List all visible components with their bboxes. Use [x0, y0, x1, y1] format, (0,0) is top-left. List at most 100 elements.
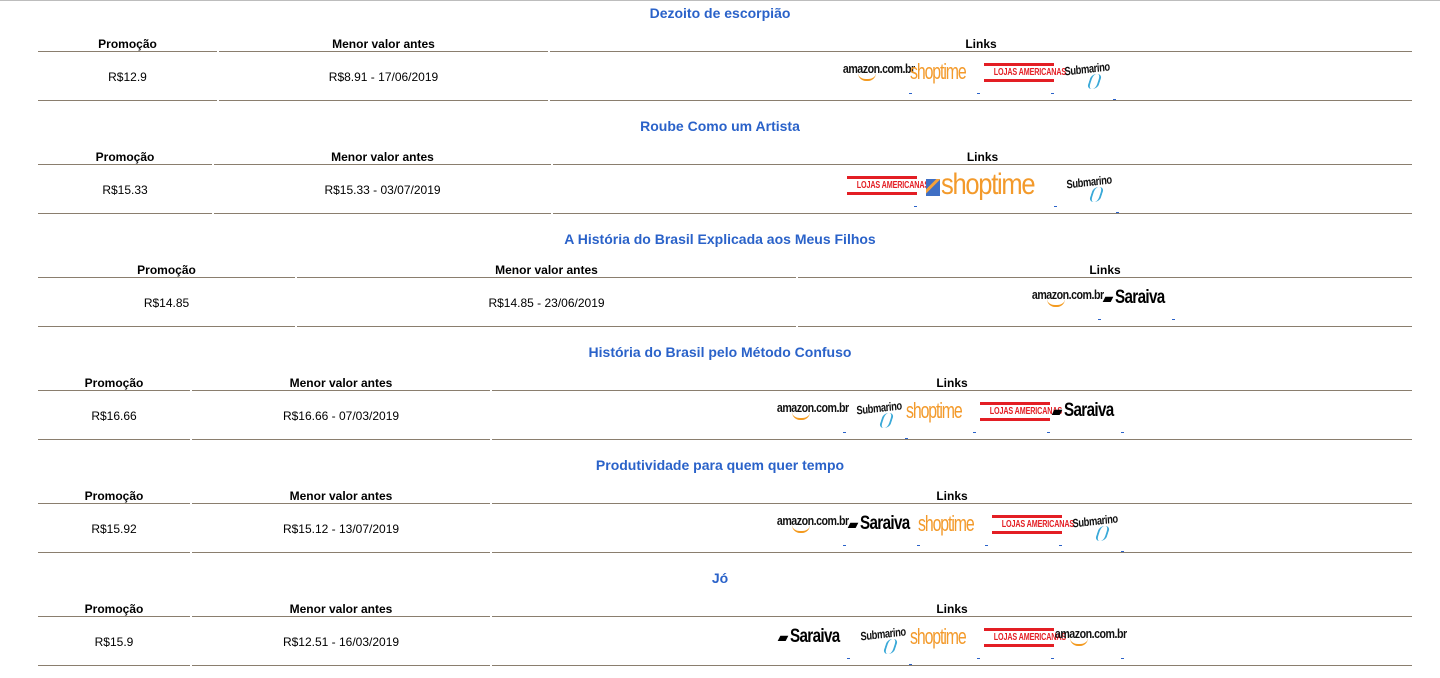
header-links: Links — [936, 376, 968, 390]
header-promocao: Promoção — [84, 602, 144, 616]
row-rule — [38, 552, 190, 553]
promo-price: R$12.9 — [108, 70, 147, 84]
product-title: História do Brasil pelo Método Confuso — [588, 344, 852, 360]
submarino-logo-text: Submarino — [1071, 510, 1119, 531]
saraiva-logo-text: Saraiva — [1064, 400, 1115, 421]
link-underline — [847, 658, 850, 659]
amazon-link[interactable]: amazon.com.br — [843, 55, 915, 94]
header-promocao: Promoção — [137, 263, 196, 277]
saraiva-link[interactable]: ▰ Saraiva — [1103, 281, 1175, 320]
submarino-logo-text: Submarino — [1066, 171, 1113, 192]
header-links: Links — [966, 150, 999, 164]
header-rule — [192, 390, 490, 391]
link-underline — [913, 206, 917, 207]
link-underline — [985, 545, 988, 546]
saraiva-logo-text: Saraiva — [860, 513, 911, 534]
header-promocao: Promoção — [98, 37, 157, 51]
amazon-link[interactable]: amazon.com.br — [777, 507, 849, 546]
amazon-logo-text: amazon.com.br — [1055, 626, 1127, 641]
submarino-link[interactable]: Submarino — [850, 394, 908, 439]
amazon-link[interactable]: amazon.com.br — [1032, 281, 1104, 320]
link-underline — [905, 438, 908, 439]
saraiva-book-icon: ▰ — [777, 628, 789, 645]
lojas-logo-text: LOJAS AMERICANAS — [989, 405, 1063, 417]
header-rule — [38, 164, 212, 165]
saraiva-logo-text: Saraiva — [790, 626, 841, 647]
header-rule — [38, 616, 190, 617]
amazon-link[interactable]: amazon.com.br — [1055, 620, 1127, 659]
header-rule — [492, 616, 1412, 617]
promo-price: R$15.92 — [91, 522, 137, 536]
row-rule — [798, 326, 1412, 327]
lojas-link[interactable]: LOJAS AMERICANAS — [984, 55, 1066, 94]
header-rule — [192, 503, 490, 504]
saraiva-link[interactable]: ▰ Saraiva — [777, 620, 850, 659]
shoptime-link[interactable]: shoptime — [910, 55, 980, 94]
shoptime-link[interactable]: shoptime — [921, 168, 1057, 207]
promo-price: R$15.9 — [94, 635, 134, 649]
header-links: Links — [1089, 263, 1121, 277]
lowest-price-before: R$8.91 - 17/06/2019 — [328, 70, 439, 84]
amazon-link[interactable]: amazon.com.br — [777, 394, 849, 433]
saraiva-link[interactable]: ▰ Saraiva — [1052, 394, 1124, 433]
product-block: Roube Como um Artista Promoção Menor valor… — [0, 113, 1440, 226]
store-links: amazon.com.br Submarino shoptime LOJAS AMER… — [492, 394, 1412, 439]
header-links: Links — [936, 489, 968, 503]
link-underline — [843, 545, 846, 546]
header-rule — [798, 277, 1412, 278]
submarino-logo-text: Submarino — [855, 397, 903, 418]
saraiva-link[interactable]: ▰ Saraiva — [848, 507, 920, 546]
product-title: Dezoito de escorpião — [649, 5, 791, 21]
lowest-price-before: R$12.51 - 16/03/2019 — [282, 635, 400, 649]
row-rule — [192, 665, 490, 666]
lojas-bottom-bar — [984, 78, 1054, 82]
lojas-link[interactable]: LOJAS AMERICANAS — [992, 507, 1074, 546]
link-underline — [909, 93, 912, 94]
link-underline — [1059, 545, 1062, 546]
header-rule — [38, 503, 190, 504]
header-rule — [553, 164, 1412, 165]
header-rule — [492, 503, 1412, 504]
link-underline — [1047, 432, 1050, 433]
store-links: ▰ Saraiva Submarino shoptime LOJAS AMERICANA… — [492, 620, 1412, 665]
link-underline — [1051, 93, 1054, 94]
submarino-link[interactable]: Submarino — [1066, 507, 1124, 552]
header-links: Links — [936, 602, 968, 616]
lojas-link[interactable]: LOJAS AMERICANAS — [846, 168, 929, 207]
promo-price: R$15.33 — [102, 183, 148, 197]
link-underline — [917, 545, 920, 546]
submarino-link[interactable]: Submarino — [854, 620, 912, 665]
header-links: Links — [965, 37, 997, 51]
submarino-link[interactable]: Submarino — [1061, 168, 1119, 213]
lowest-price-before: R$14.85 - 23/06/2019 — [488, 296, 605, 310]
link-underline — [1121, 551, 1124, 552]
header-rule — [492, 390, 1412, 391]
lojas-bottom-bar — [980, 417, 1050, 421]
header-menor-valor: Menor valor antes — [495, 263, 598, 277]
shoptime-link[interactable]: shoptime — [918, 507, 988, 546]
submarino-link[interactable]: Submarino — [1058, 55, 1116, 100]
row-rule — [192, 552, 490, 553]
shoptime-link[interactable]: shoptime — [906, 394, 976, 433]
product-title: Jó — [711, 570, 729, 586]
shoptime-logo-text: shoptime — [941, 168, 1036, 201]
shoptime-logo-text: shoptime — [909, 624, 967, 649]
header-menor-valor: Menor valor antes — [332, 37, 435, 51]
row-rule — [550, 100, 1412, 101]
product-title: Roube Como um Artista — [640, 118, 800, 134]
header-menor-valor: Menor valor antes — [289, 376, 393, 390]
header-menor-valor: Menor valor antes — [289, 602, 393, 616]
header-rule — [192, 616, 490, 617]
amazon-logo-text: amazon.com.br — [777, 400, 849, 415]
product-block: Produtividade para quem quer tempo Promoç… — [0, 452, 1440, 565]
amazon-logo-text: amazon.com.br — [843, 61, 915, 76]
row-rule — [38, 665, 190, 666]
saraiva-logo-text: Saraiva — [1115, 287, 1166, 308]
shoptime-link[interactable]: shoptime — [910, 620, 980, 659]
header-promocao: Promoção — [84, 489, 144, 503]
lojas-logo-text: LOJAS AMERICANAS — [856, 179, 929, 191]
submarino-logo-text: Submarino — [1063, 58, 1111, 79]
header-rule — [38, 390, 190, 391]
lojas-link[interactable]: LOJAS AMERICANAS — [984, 620, 1066, 659]
lojas-link[interactable]: LOJAS AMERICANAS — [980, 394, 1063, 433]
